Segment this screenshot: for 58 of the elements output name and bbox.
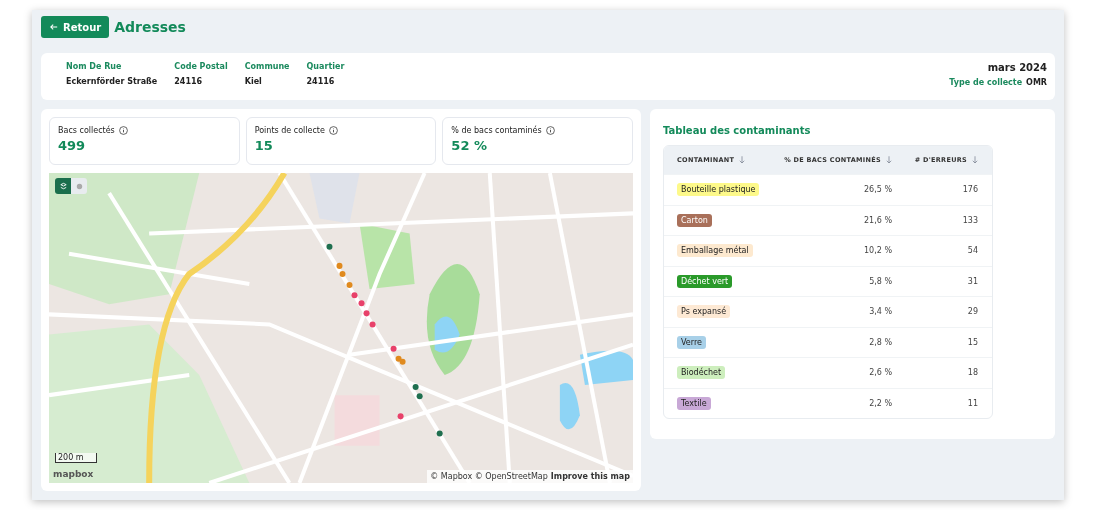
contaminant-tag: Biodéchet — [677, 366, 726, 380]
field-value: 24116 — [306, 77, 336, 86]
stat-value: 499 — [58, 138, 87, 153]
collection-type-label: Type de collecte — [949, 78, 1023, 87]
errors-cell: 133 — [962, 215, 978, 225]
sort-arrow-icon — [886, 156, 892, 164]
errors-cell: 15 — [967, 337, 978, 347]
page-title: Adresses — [114, 19, 186, 35]
percent-cell: 2,6 % — [869, 368, 892, 378]
percent-cell: 21,6 % — [864, 215, 892, 225]
percent-cell: 2,8 % — [869, 337, 892, 347]
info-icon[interactable] — [118, 126, 128, 135]
errors-cell: 31 — [967, 276, 978, 286]
info-icon[interactable] — [328, 126, 338, 135]
contaminant-tag: Déchet vert — [677, 274, 733, 288]
stat-label: Points de collecte — [254, 126, 325, 135]
stat-value: 52 % — [451, 138, 488, 153]
info-icon[interactable] — [545, 126, 555, 135]
field-value: Eckernförder Straße — [66, 77, 158, 86]
field-label: Code Postal — [174, 62, 228, 71]
field-label: Quartier — [306, 62, 345, 71]
errors-cell: 176 — [962, 185, 978, 195]
layers-icon — [58, 181, 68, 191]
map-scale: 200 m — [55, 453, 97, 463]
contaminant-tag: Bouteille plastique — [677, 183, 760, 197]
percent-cell: 26,5 % — [864, 185, 892, 195]
contaminant-tag: Emballage métal — [677, 244, 753, 258]
percent-cell: 3,4 % — [869, 307, 892, 317]
collection-type-value: OMR — [1026, 78, 1047, 87]
stat-value: 15 — [254, 138, 274, 153]
contaminant-tag: Textile — [677, 396, 711, 410]
circle-icon — [74, 181, 84, 191]
percent-cell: 5,8 % — [869, 276, 892, 286]
improve-map-link[interactable]: Improve this map — [550, 472, 630, 481]
back-button[interactable]: Retour — [41, 16, 110, 38]
field-label: Nom De Rue — [66, 62, 123, 71]
map-logo: mapbox — [53, 469, 94, 479]
stat-label: Bacs collectés — [58, 126, 115, 135]
percent-cell: 10,2 % — [864, 246, 892, 256]
contaminant-tag: Ps expansé — [677, 305, 731, 319]
map-attribution: © Mapbox © OpenStreetMap — [430, 472, 548, 481]
map-style-toggle[interactable] — [55, 178, 87, 194]
field-label: Commune — [244, 62, 290, 71]
contaminant-tag: Verre — [677, 335, 706, 349]
percent-cell: 2,2 % — [869, 398, 892, 408]
sort-arrow-icon — [972, 156, 978, 164]
stat-label: % de bacs contaminés — [451, 126, 542, 135]
field-value: Kiel — [244, 77, 263, 86]
errors-cell: 11 — [967, 398, 978, 408]
field-value: 24116 — [174, 77, 204, 86]
errors-cell: 29 — [967, 307, 978, 317]
errors-cell: 18 — [967, 368, 978, 378]
table-title: Tableau des contaminants — [663, 125, 812, 136]
sort-arrow-icon — [739, 156, 746, 164]
arrow-left-icon — [50, 23, 58, 31]
contaminant-tag: Carton — [677, 213, 712, 227]
errors-cell: 54 — [967, 246, 978, 256]
period-label: mars 2024 — [987, 62, 1047, 73]
